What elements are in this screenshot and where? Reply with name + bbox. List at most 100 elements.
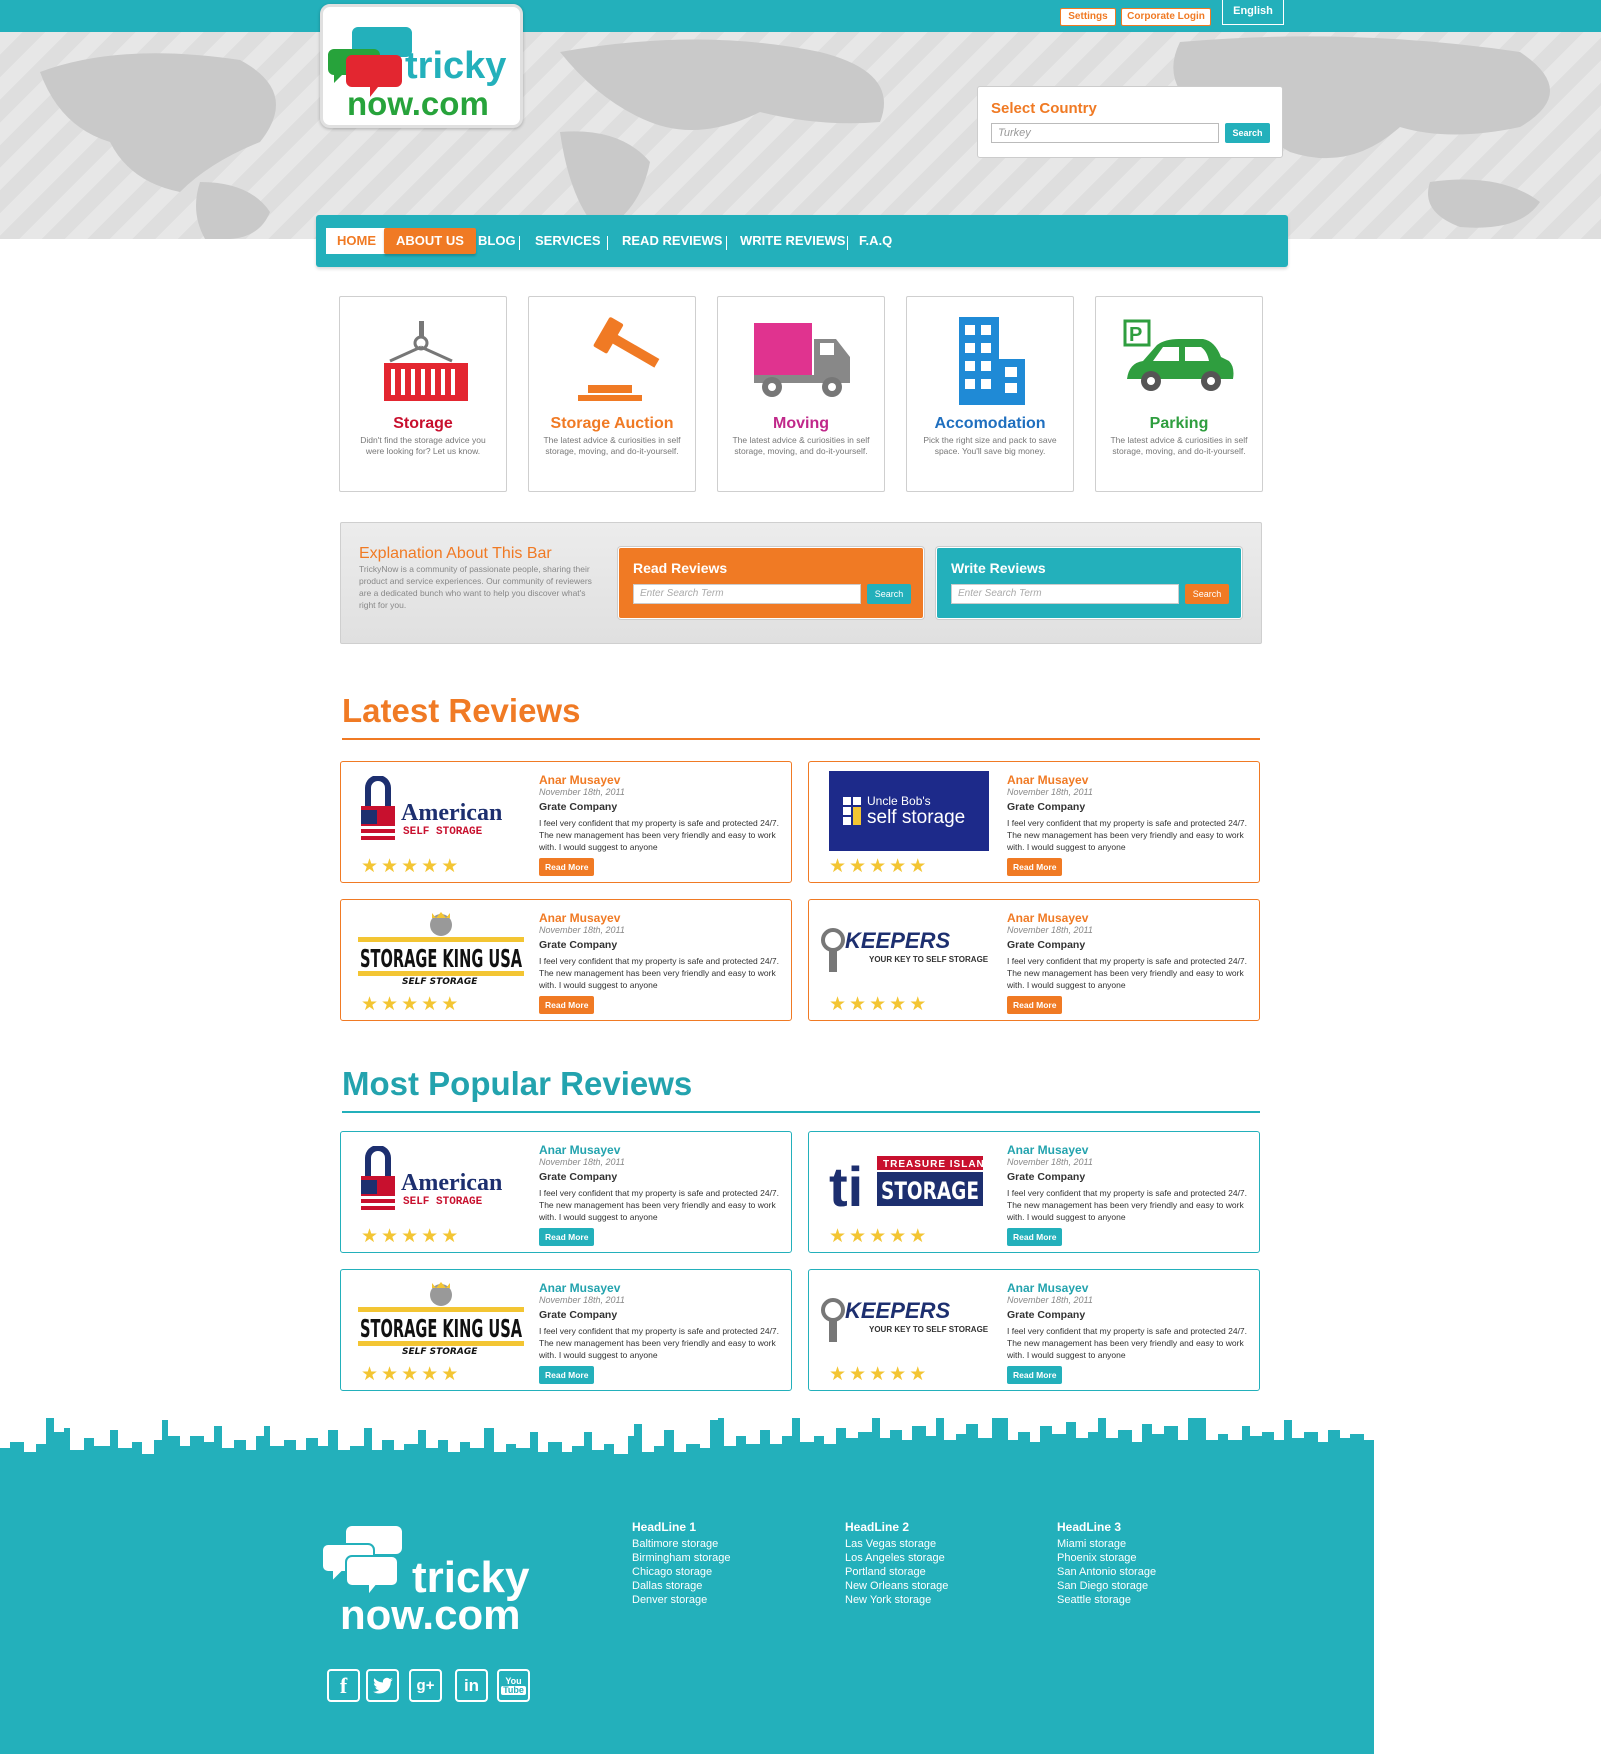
review-card: American SELF STORAGE ★ ★ ★ ★ ★ Anar Musayev… (340, 761, 792, 883)
reviewer-name[interactable]: Anar Musayev (539, 773, 620, 787)
read-more-button[interactable]: Read More (1007, 858, 1063, 876)
nav-read-reviews[interactable]: READ REVIEWS (622, 228, 722, 254)
rating-stars: ★ ★ ★ ★ ★ (361, 1226, 459, 1247)
review-text: I feel very confident that my property i… (1007, 1326, 1248, 1360)
category-desc: Didn't find the storage advice you were … (360, 435, 486, 456)
category-title: Storage Auction (550, 415, 674, 432)
read-more-button[interactable]: Read More (1007, 996, 1063, 1014)
site-logo[interactable]: tricky now.com (320, 4, 523, 128)
footer-link[interactable]: New Orleans storage (845, 1579, 948, 1593)
svg-text:STORAGE KING USA: STORAGE KING USA (360, 944, 522, 973)
category-accomodation[interactable]: Accomodation Pick the right size and pac… (906, 296, 1074, 492)
svg-text:SELF STORAGE: SELF STORAGE (402, 1347, 478, 1357)
logo-text-tricky: tricky (405, 45, 507, 87)
facebook-icon[interactable]: f (327, 1669, 360, 1702)
write-reviews-search-button[interactable]: Search (1185, 584, 1229, 604)
reviewer-name[interactable]: Anar Musayev (1007, 1281, 1088, 1295)
footer-link[interactable]: Phoenix storage (1057, 1551, 1156, 1565)
review-card: American SELF STORAGE ★ ★ ★ ★ ★ Anar Musayev… (340, 1131, 792, 1253)
nav-about-us[interactable]: ABOUT US (384, 228, 476, 254)
write-reviews-input[interactable]: Enter Search Term (951, 584, 1179, 604)
read-more-button[interactable]: Read More (539, 1228, 595, 1246)
review-company: Grate Company (539, 801, 618, 813)
reviewer-name[interactable]: Anar Musayev (1007, 1143, 1088, 1157)
category-title: Accomodation (934, 415, 1046, 432)
latest-reviews-title: Latest Reviews (342, 692, 581, 729)
reviewer-name[interactable]: Anar Musayev (1007, 773, 1088, 787)
category-storage[interactable]: Storage Didn't find the storage advice y… (339, 296, 507, 492)
read-more-button[interactable]: Read More (1007, 1228, 1063, 1246)
nav-write-reviews[interactable]: WRITE REVIEWS (740, 228, 845, 254)
main-nav: HOME ABOUT US BLOG SERVICES READ REVIEWS… (316, 215, 1288, 267)
settings-button[interactable]: Settings (1060, 8, 1116, 26)
country-input[interactable] (991, 123, 1219, 143)
uncle-bobs-logo: Uncle Bob's self storage (829, 771, 989, 851)
read-more-button[interactable]: Read More (539, 1366, 595, 1384)
rating-stars: ★ ★ ★ ★ ★ (361, 994, 459, 1015)
read-reviews-box: Read Reviews Enter Search Term Search (618, 547, 924, 619)
read-more-button[interactable]: Read More (539, 996, 595, 1014)
svg-text:ti: ti (829, 1155, 863, 1216)
nav-home[interactable]: HOME (326, 228, 387, 254)
footer-link[interactable]: Birmingham storage (632, 1551, 730, 1565)
footer-link[interactable]: Las Vegas storage (845, 1537, 948, 1551)
footer-heading: HeadLine 3 (1057, 1520, 1122, 1534)
footer-link[interactable]: Portland storage (845, 1565, 948, 1579)
svg-text:American: American (401, 800, 502, 826)
linkedin-icon[interactable]: in (455, 1669, 488, 1702)
category-moving[interactable]: Moving The latest advice & curiosities i… (717, 296, 885, 492)
svg-text:STORAGE: STORAGE (881, 1177, 979, 1205)
footer-link[interactable]: Seattle storage (1057, 1593, 1156, 1607)
footer-link[interactable]: New York storage (845, 1593, 948, 1607)
reviewer-name[interactable]: Anar Musayev (1007, 911, 1088, 925)
review-card: STORAGE KING USA SELF STORAGE ★ ★ ★ ★ ★ Anar… (340, 899, 792, 1021)
review-company: Grate Company (539, 1171, 618, 1183)
nav-faq[interactable]: F.A.Q (859, 228, 892, 254)
footer-link[interactable]: Dallas storage (632, 1579, 730, 1593)
reviewer-name[interactable]: Anar Musayev (539, 1281, 620, 1295)
read-reviews-search-button[interactable]: Search (867, 584, 911, 604)
category-desc: The latest advice & curiosities in self … (1110, 435, 1248, 456)
footer-link[interactable]: Chicago storage (632, 1565, 730, 1579)
corporate-login-button[interactable]: Corporate Login (1121, 8, 1211, 26)
svg-text:P: P (1129, 324, 1142, 346)
write-reviews-label: Write Reviews (951, 560, 1046, 576)
review-date: November 18th, 2011 (539, 925, 625, 935)
read-more-button[interactable]: Read More (1007, 1366, 1063, 1384)
nav-blog[interactable]: BLOG (478, 228, 516, 254)
footer-link[interactable]: Denver storage (632, 1593, 730, 1607)
brand-logo-treasure-island: ti TREASURE ISLAND STORAGE (819, 1140, 999, 1222)
youtube-icon[interactable]: You Tube (497, 1669, 530, 1702)
world-map-graphic (40, 36, 1550, 239)
twitter-icon[interactable] (366, 1669, 399, 1702)
svg-text:TREASURE ISLAND: TREASURE ISLAND (883, 1159, 989, 1170)
country-search-button[interactable]: Search (1225, 123, 1270, 143)
category-storage-auction[interactable]: Storage Auction The latest advice & curi… (528, 296, 696, 492)
footer-link[interactable]: Miami storage (1057, 1537, 1156, 1551)
category-parking[interactable]: P Parking The latest advice & curiositie… (1095, 296, 1263, 492)
google-plus-icon[interactable]: g+ (409, 1669, 442, 1702)
category-desc: The latest advice & curiosities in self … (732, 435, 870, 456)
footer-link[interactable]: San Antonio storage (1057, 1565, 1156, 1579)
review-company: Grate Company (1007, 939, 1086, 951)
read-more-button[interactable]: Read More (539, 858, 595, 876)
language-selector[interactable]: English (1222, 0, 1284, 25)
logo-text-now: now.com (347, 85, 489, 122)
svg-text:STORAGE KING USA: STORAGE KING USA (360, 1314, 522, 1343)
car-parking-icon: P (1123, 319, 1234, 391)
read-reviews-input[interactable]: Enter Search Term (633, 584, 861, 604)
reviewer-name[interactable]: Anar Musayev (539, 1143, 620, 1157)
reviewer-name[interactable]: Anar Musayev (539, 911, 620, 925)
svg-text:YOUR KEY TO SELF STORAGE: YOUR KEY TO SELF STORAGE (869, 1325, 989, 1334)
rating-stars: ★ ★ ★ ★ ★ (829, 1226, 927, 1247)
read-reviews-label: Read Reviews (633, 560, 728, 576)
footer-link[interactable]: San Diego storage (1057, 1579, 1156, 1593)
footer-column-3: HeadLine 3 Miami storage Phoenix storage… (1057, 1520, 1156, 1607)
storage-container-icon (384, 321, 468, 401)
brand-logo-uncle-bobs: Uncle Bob's self storage (819, 770, 999, 852)
footer-link[interactable]: Los Angeles storage (845, 1551, 948, 1565)
explanation-title: Explanation About This Bar (359, 545, 552, 562)
nav-services[interactable]: SERVICES (535, 228, 601, 254)
american-self-storage-logo: American SELF STORAGE (361, 1146, 502, 1210)
footer-link[interactable]: Baltimore storage (632, 1537, 730, 1551)
